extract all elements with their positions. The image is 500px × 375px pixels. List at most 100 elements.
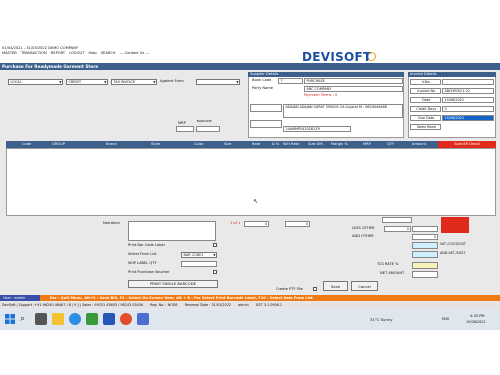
- items-grid-header: Code GROUP Brand Style Color Size Rate D…: [6, 141, 496, 148]
- col-group: GROUP: [52, 142, 65, 146]
- date-label: Date: [410, 97, 441, 103]
- book-code-input[interactable]: 7: [278, 78, 303, 84]
- print-barcode-label: Print Bar Code Label: [128, 243, 165, 247]
- cancel-button[interactable]: Cancel: [351, 281, 378, 291]
- weather-widget[interactable]: 31°C Sunny: [370, 317, 392, 322]
- items-grid[interactable]: [6, 148, 496, 216]
- status-user: User : admin: [3, 296, 26, 300]
- clock-time[interactable]: 4:33 PM: [470, 314, 484, 319]
- print-voucher-label: Print Purchase Voucher: [128, 270, 170, 274]
- save-button[interactable]: Save: [323, 281, 348, 291]
- shortcut-hint: Esc : Quit Menu, Alt+S : Save Bill, F2 :…: [40, 295, 500, 301]
- book-code-name: PURCHASE: [304, 78, 403, 84]
- print-barcode-checkbox[interactable]: [213, 243, 217, 247]
- col-margin: Margin %: [331, 142, 348, 146]
- footer-renewal: Renewal Date : 31/03/2022: [184, 303, 232, 307]
- vno-input[interactable]: [442, 79, 494, 85]
- party-name-input[interactable]: ABC COMPANY: [304, 86, 403, 92]
- input-language[interactable]: ENG: [442, 317, 449, 322]
- excel-icon[interactable]: [86, 313, 98, 325]
- date-input[interactable]: 15/08/2021: [442, 97, 494, 103]
- supplier-extra-box: [250, 120, 282, 128]
- menu-contact[interactable]: --- Contact Us ---: [120, 51, 150, 55]
- menu-search[interactable]: SEARCH: [101, 51, 116, 55]
- skip-label-qty-input[interactable]: [181, 261, 217, 267]
- select-from-list-label: Select From List: [128, 252, 157, 256]
- invoice-type-select[interactable]: TAX INVOICE ▼: [111, 79, 157, 85]
- col-amount: Amount: [412, 142, 427, 146]
- location-select[interactable]: LOCAL ▼: [8, 79, 63, 85]
- footer-user: admin: [238, 303, 249, 307]
- col-size-diff: Size Diff.: [308, 142, 324, 146]
- supplier-code-box: [250, 104, 282, 112]
- menu-transaction[interactable]: TRANSACTION: [21, 51, 47, 55]
- add-vat-sgst-input[interactable]: [412, 251, 438, 258]
- select-from-list-select[interactable]: BAR CODE1 ▼: [181, 252, 217, 258]
- page-of: 1 of 1: [230, 221, 241, 225]
- less-other-amount: [412, 226, 438, 232]
- gold-total: [441, 217, 469, 233]
- sold-detail-header: Sold BR Detail: [438, 141, 496, 148]
- tcs-rate-input[interactable]: [412, 262, 438, 269]
- barcode-label: BARCODE: [197, 119, 212, 123]
- barcode-input[interactable]: [196, 126, 220, 132]
- chrome-icon[interactable]: [120, 313, 132, 325]
- supplier-header: Supplier Details: [248, 72, 404, 77]
- devisoft-app-icon[interactable]: [137, 313, 149, 325]
- credit-days-input[interactable]: 0: [442, 106, 494, 112]
- less-other-label: LESS OTHER: [352, 226, 375, 230]
- footer-bar: DevSoft | Support :+91-96240-46467 / 8 /…: [0, 302, 500, 309]
- less-other-input[interactable]: 0: [384, 226, 411, 232]
- col-wh-rate: W.H.Rate: [283, 142, 300, 146]
- narration-label: Narration: [103, 221, 120, 225]
- chevron-down-icon: ▼: [153, 80, 156, 84]
- due-date-input[interactable]: 15/08/2021: [442, 115, 494, 121]
- credit-days-label: Credit Days: [410, 106, 441, 112]
- vno-label: V.No.: [410, 79, 441, 85]
- chevron-down-icon: ▼: [104, 80, 107, 84]
- word-icon[interactable]: [103, 313, 115, 325]
- page-value-b[interactable]: 0: [285, 221, 310, 227]
- total-value: [382, 217, 412, 223]
- against-form-select[interactable]: ▼: [196, 79, 240, 85]
- menu-master[interactable]: MASTER: [2, 51, 17, 55]
- clock-date[interactable]: 15/08/2021: [466, 320, 486, 325]
- page-value-a[interactable]: 0: [244, 221, 269, 227]
- party-name-label: Party Name: [252, 86, 273, 90]
- chevron-down-icon: ▼: [59, 80, 62, 84]
- print-single-barcode-button[interactable]: PRINT SINGLE BARCODE: [128, 280, 218, 288]
- footer-version: GST 3.1.0908.1: [255, 303, 283, 307]
- skip-label-qty-label: SKIP LABEL QTY: [128, 261, 157, 265]
- create-ptf-label: Create PTF File: [276, 287, 303, 291]
- form-title: Purchase For Readymade Garment Store: [0, 63, 500, 70]
- start-icon[interactable]: [5, 314, 15, 324]
- narration-input[interactable]: [128, 221, 216, 241]
- menu-help[interactable]: Help: [89, 51, 97, 55]
- footer-support: DevSoft | Support :+91-96240-46467 / 8 /…: [2, 303, 144, 307]
- col-color: Color: [194, 142, 204, 146]
- payment-terms: Payment Terms : 0: [304, 93, 338, 97]
- footer-reg: Reg. No. : NODE: [150, 303, 178, 307]
- payment-select[interactable]: CREDIT ▼: [66, 79, 108, 85]
- menu-logout[interactable]: LOGOUT: [69, 51, 84, 55]
- print-voucher-checkbox[interactable]: [213, 270, 217, 274]
- col-code: Code: [22, 142, 32, 146]
- book-code-label: Book Code: [252, 78, 272, 82]
- chevron-down-icon: ▼: [236, 80, 239, 84]
- task-view-icon[interactable]: [35, 313, 47, 325]
- net-amount-label: NET AMOUNT: [380, 271, 405, 275]
- create-ptf-checkbox[interactable]: [313, 287, 317, 291]
- due-date-label: Due Date: [410, 115, 441, 121]
- search-icon[interactable]: ⌕: [20, 314, 30, 324]
- vat-cgst-input[interactable]: [412, 242, 438, 249]
- edge-icon[interactable]: [69, 313, 81, 325]
- file-explorer-icon[interactable]: [52, 313, 64, 325]
- col-brand: Brand: [106, 142, 117, 146]
- supplier-address: ADAJAN ADAJAN SURAT 395005 24-Gujarat M …: [283, 104, 403, 118]
- tcs-rate-label: TCS RATE %: [377, 262, 399, 266]
- mrp-input[interactable]: [176, 126, 194, 132]
- menu-report[interactable]: REPORT: [51, 51, 65, 55]
- logo-swirl-icon: [367, 52, 376, 61]
- invoice-no-input[interactable]: AB/5693/21-22: [442, 88, 494, 94]
- add-other-input[interactable]: 0: [412, 234, 438, 240]
